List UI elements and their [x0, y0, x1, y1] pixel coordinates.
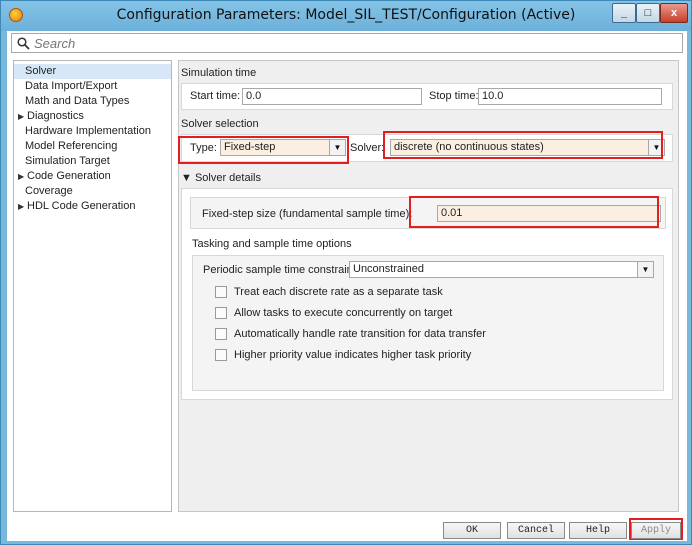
tree-item-solver[interactable]: Solver — [14, 64, 171, 79]
tree-item-label: Code Generation — [27, 170, 111, 182]
tree-item-label: Coverage — [25, 185, 73, 197]
chevron-down-icon[interactable]: ▼ — [329, 140, 345, 155]
solver-type-label: Type: — [190, 142, 217, 154]
tree-item-label: Solver — [25, 65, 57, 77]
solver-details-toggle[interactable]: ▼ Solver details — [181, 172, 261, 184]
tree-item-data-import-export[interactable]: Data Import/Export — [14, 79, 171, 94]
checkbox[interactable] — [215, 307, 227, 319]
search-bar[interactable] — [11, 33, 683, 53]
minimize-button[interactable]: _ — [612, 3, 636, 23]
tasking-options-heading: Tasking and sample time options — [192, 238, 352, 250]
tree-item-math-and-data-types[interactable]: Math and Data Types — [14, 94, 171, 109]
stop-time-label: Stop time: — [429, 90, 479, 102]
simulation-time-heading: Simulation time — [181, 67, 257, 79]
title-bar[interactable]: Configuration Parameters: Model_SIL_TEST… — [1, 1, 691, 31]
close-button[interactable]: x — [660, 3, 688, 23]
tree-item-model-referencing[interactable]: Model Referencing — [14, 139, 171, 154]
solver-type-dropdown[interactable]: Fixed-step ▼ — [220, 139, 346, 156]
fixed-step-group: Fixed-step size (fundamental sample time… — [190, 197, 666, 229]
solver-selection-heading: Solver selection — [181, 118, 259, 130]
tree-item-label: Math and Data Types — [25, 95, 130, 107]
checkbox[interactable] — [215, 328, 227, 340]
checkbox[interactable] — [215, 286, 227, 298]
solver-dropdown[interactable]: discrete (no continuous states) ▼ — [390, 139, 665, 156]
fixed-step-size-label: Fixed-step size (fundamental sample time… — [202, 208, 413, 220]
solver-value: discrete (no continuous states) — [394, 141, 544, 153]
checkbox-label: Automatically handle rate transition for… — [234, 328, 486, 340]
chevron-down-icon[interactable]: ▼ — [648, 140, 664, 155]
checkbox-label: Allow tasks to execute concurrently on t… — [234, 307, 453, 319]
periodic-constraint-dropdown[interactable]: Unconstrained ▼ — [349, 261, 654, 278]
maximize-button[interactable]: □ — [636, 3, 660, 23]
periodic-constraint-value: Unconstrained — [353, 263, 424, 275]
simulation-time-group: Start time: 0.0 Stop time: 10.0 — [181, 83, 673, 110]
tree-item-code-generation[interactable]: ▶ Code Generation — [14, 169, 171, 184]
stop-time-input[interactable]: 10.0 — [478, 88, 662, 105]
solver-selection-group: Type: Fixed-step ▼ Solver: discrete (no … — [181, 134, 673, 162]
cancel-button[interactable]: Cancel — [507, 522, 565, 539]
expand-arrow-icon[interactable]: ▶ — [18, 169, 24, 184]
periodic-constraint-label: Periodic sample time constraint: — [203, 264, 359, 276]
help-button[interactable]: Help — [569, 522, 627, 539]
expand-arrow-icon[interactable]: ▶ — [18, 199, 24, 214]
solver-type-value: Fixed-step — [224, 141, 276, 153]
tree-item-label: Simulation Target — [25, 155, 110, 167]
start-time-label: Start time: — [190, 90, 241, 102]
checkbox-label: Treat each discrete rate as a separate t… — [234, 286, 443, 298]
checkbox[interactable] — [215, 349, 227, 361]
config-dialog-window: Configuration Parameters: Model_SIL_TEST… — [0, 0, 692, 545]
tree-item-label: Diagnostics — [27, 110, 84, 122]
checkbox-label: Higher priority value indicates higher t… — [234, 349, 472, 361]
ok-button[interactable]: OK — [443, 522, 501, 539]
category-tree: Solver Data Import/Export Math and Data … — [13, 60, 172, 512]
tree-item-label: Data Import/Export — [25, 80, 118, 92]
dialog-client-area: Solver Data Import/Export Math and Data … — [7, 31, 687, 541]
window-title: Configuration Parameters: Model_SIL_TEST… — [116, 7, 576, 23]
tasking-options-group: Periodic sample time constraint: Unconst… — [192, 255, 664, 391]
tree-item-label: Model Referencing — [25, 140, 118, 152]
tree-item-simulation-target[interactable]: Simulation Target — [14, 154, 171, 169]
fixed-step-size-input[interactable]: 0.01 — [437, 205, 661, 222]
tree-item-hardware-implementation[interactable]: Hardware Implementation — [14, 124, 171, 139]
solver-details-group: Fixed-step size (fundamental sample time… — [181, 188, 673, 400]
solver-settings-panel: Simulation time Start time: 0.0 Stop tim… — [178, 60, 679, 512]
tree-item-hdl-code-generation[interactable]: ▶ HDL Code Generation — [14, 199, 171, 214]
start-time-input[interactable]: 0.0 — [242, 88, 422, 105]
search-icon — [17, 37, 30, 50]
tree-item-label: HDL Code Generation — [27, 200, 136, 212]
tree-item-coverage[interactable]: Coverage — [14, 184, 171, 199]
search-input[interactable] — [34, 35, 674, 51]
tree-item-label: Hardware Implementation — [25, 125, 151, 137]
apply-button[interactable]: Apply — [631, 522, 681, 539]
chevron-down-icon[interactable]: ▼ — [637, 262, 653, 277]
tree-item-diagnostics[interactable]: ▶ Diagnostics — [14, 109, 171, 124]
solver-label: Solver: — [350, 142, 385, 154]
expand-arrow-icon[interactable]: ▶ — [18, 109, 24, 124]
